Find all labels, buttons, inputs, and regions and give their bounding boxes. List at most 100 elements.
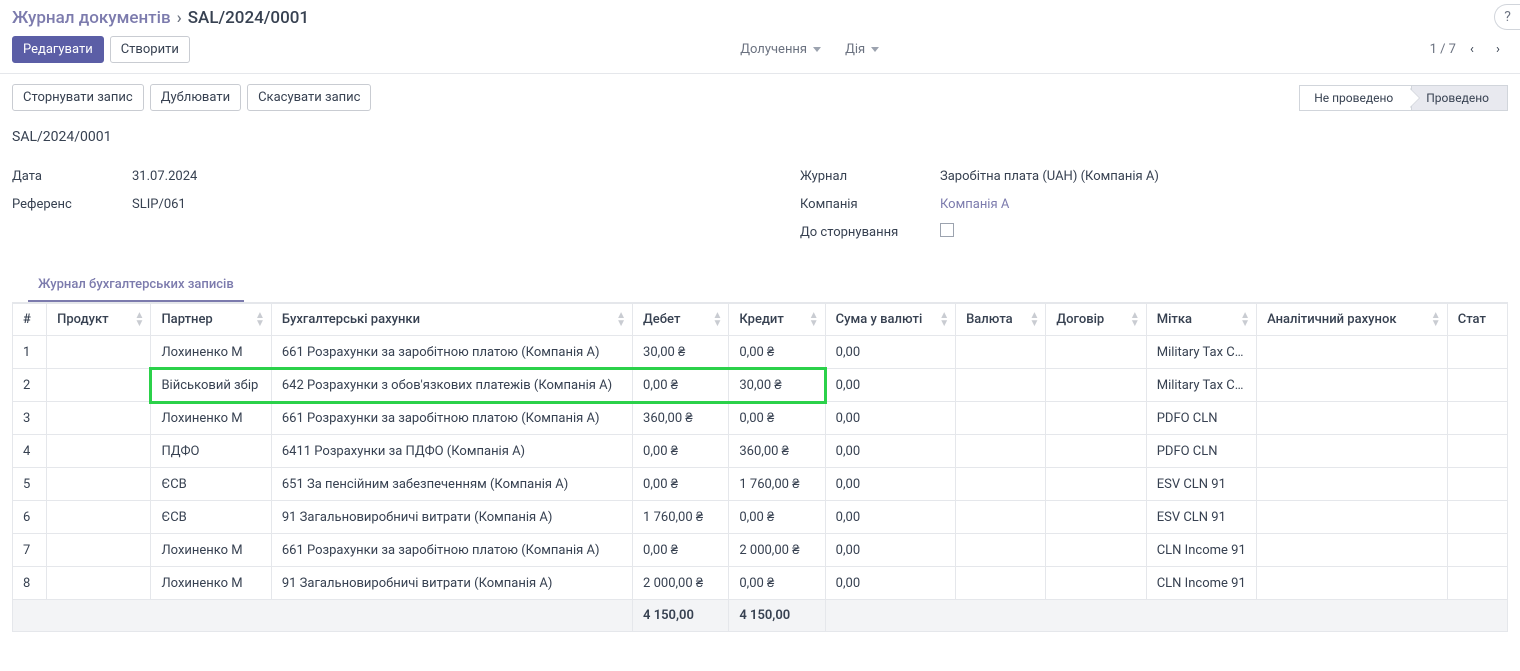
- cell-label: ESV CLN 91: [1146, 501, 1256, 534]
- create-button[interactable]: Створити: [110, 36, 190, 63]
- field-journal-value: Заробітна плата (UAH) (Компанія А): [940, 169, 1159, 184]
- cell-status: [1447, 336, 1507, 369]
- cell-status: [1447, 435, 1507, 468]
- cell-num: 1: [13, 336, 47, 369]
- duplicate-button[interactable]: Дублювати: [150, 84, 241, 111]
- cell-label: PDFO CLN: [1146, 435, 1256, 468]
- pager-next-button[interactable]: ›: [1488, 40, 1508, 60]
- cell-currency: [956, 369, 1046, 402]
- cell-currency: [956, 336, 1046, 369]
- cell-product: [47, 369, 151, 402]
- col-label[interactable]: Мітка▲▼: [1146, 304, 1256, 336]
- table-row[interactable]: 6 ЄСВ91 Загальновиробничі витрати (Компан…: [13, 501, 1508, 534]
- cell-debit: 360,00 ₴: [633, 402, 729, 435]
- table-row[interactable]: 3Лохиненко М661 Розрахунки за заробітною…: [13, 402, 1508, 435]
- field-ref-label: Референс: [12, 197, 132, 212]
- cell-account: 6411 Розрахунки за ПДФО (Компанія А): [271, 435, 632, 468]
- breadcrumb-root[interactable]: Журнал документів: [12, 8, 171, 28]
- cell-amount-currency: 0,00: [825, 402, 955, 435]
- cell-num: 6: [13, 501, 47, 534]
- cell-analytic: [1257, 534, 1448, 567]
- cell-credit: 0,00 ₴: [729, 501, 825, 534]
- col-currency[interactable]: Валюта▲▼: [956, 304, 1046, 336]
- cell-amount-currency: 0,00: [825, 501, 955, 534]
- sort-icon: ▲▼: [616, 312, 626, 328]
- field-company-value[interactable]: Компанія А: [940, 197, 1009, 212]
- table-row[interactable]: 4ПДФО6411 Розрахунки за ПДФО (Компанія А…: [13, 435, 1508, 468]
- help-icon[interactable]: ?: [1494, 4, 1520, 30]
- reverse-entry-button[interactable]: Сторнувати запис: [12, 84, 144, 111]
- cell-contract: [1046, 336, 1146, 369]
- cell-partner: ЄСВ: [151, 501, 271, 534]
- cell-contract: [1046, 369, 1146, 402]
- col-contract[interactable]: Договір▲▼: [1046, 304, 1146, 336]
- status-posted[interactable]: Проведено: [1411, 85, 1508, 111]
- status-draft-label: Не проведено: [1314, 91, 1393, 105]
- pager-prev-button[interactable]: ‹: [1462, 40, 1482, 60]
- table-row[interactable]: 8Лохиненко М91 Загальновиробничі витрати…: [13, 567, 1508, 600]
- cell-contract: [1046, 501, 1146, 534]
- cell-amount-currency: 0,00: [825, 369, 955, 402]
- cell-debit: 0,00 ₴: [633, 369, 729, 402]
- cell-label: CLN Income 91: [1146, 534, 1256, 567]
- tab-journal-items[interactable]: Журнал бухгалтерських записів: [28, 269, 244, 302]
- field-to-reverse-label: До сторнування: [800, 225, 940, 240]
- cell-currency: [956, 402, 1046, 435]
- cell-contract: [1046, 567, 1146, 600]
- cell-label: Military Tax CLN: [1146, 336, 1256, 369]
- field-date-value: 31.07.2024: [132, 169, 197, 184]
- action-label: Дія: [845, 42, 865, 57]
- total-credit: 4 150,00: [729, 600, 825, 632]
- cell-status: [1447, 402, 1507, 435]
- edit-button[interactable]: Редагувати: [12, 36, 104, 63]
- col-amount-currency[interactable]: Сума у валюті▲▼: [825, 304, 955, 336]
- cell-product: [47, 336, 151, 369]
- col-num[interactable]: #: [13, 304, 47, 336]
- cell-debit: 1 760,00 ₴: [633, 501, 729, 534]
- field-to-reverse-value: [940, 223, 954, 241]
- sort-icon: ▲▼: [809, 312, 819, 328]
- cell-account: 661 Розрахунки за заробітною платою (Ком…: [271, 402, 632, 435]
- breadcrumb-current: SAL/2024/0001: [188, 8, 309, 28]
- col-status[interactable]: Стат: [1447, 304, 1507, 336]
- actionbar: Редагувати Створити Долучення Дія 1 / 7 …: [0, 32, 1520, 74]
- table-row[interactable]: 1Лохиненко М661 Розрахунки за заробітною…: [13, 336, 1508, 369]
- sort-icon: ▲▼: [1431, 312, 1441, 328]
- col-credit[interactable]: Кредит▲▼: [729, 304, 825, 336]
- cell-product: [47, 534, 151, 567]
- cell-account: 651 За пенсійним забезпеченням (Компанія…: [271, 468, 632, 501]
- table-row[interactable]: 7Лохиненко М661 Розрахунки за заробітною…: [13, 534, 1508, 567]
- col-debit[interactable]: Дебет▲▼: [633, 304, 729, 336]
- table-row[interactable]: 2Військовий збір642 Розрахунки з обов'яз…: [13, 369, 1508, 402]
- chevron-down-icon: [871, 47, 879, 52]
- col-partner[interactable]: Партнер▲▼: [151, 304, 271, 336]
- cancel-entry-button[interactable]: Скасувати запис: [247, 84, 371, 111]
- col-analytic[interactable]: Аналітичний рахунок▲▼: [1257, 304, 1448, 336]
- cell-status: [1447, 369, 1507, 402]
- col-product[interactable]: Продукт▲▼: [47, 304, 151, 336]
- chevron-down-icon: [813, 47, 821, 52]
- status-draft[interactable]: Не проведено: [1299, 85, 1411, 111]
- attachments-dropdown[interactable]: Долучення: [740, 42, 821, 57]
- cell-product: [47, 501, 151, 534]
- cell-credit: 0,00 ₴: [729, 567, 825, 600]
- titlebar: Журнал документів › SAL/2024/0001 ?: [0, 0, 1520, 32]
- action-dropdown[interactable]: Дія: [845, 42, 879, 57]
- table-row[interactable]: 5ЄСВ651 За пенсійним забезпеченням (Комп…: [13, 468, 1508, 501]
- table-header-row: # Продукт▲▼ Партнер▲▼ Бухгалтерські раху…: [13, 304, 1508, 336]
- cell-amount-currency: 0,00: [825, 336, 955, 369]
- cell-credit: 0,00 ₴: [729, 402, 825, 435]
- cell-account: 661 Розрахунки за заробітною платою (Ком…: [271, 336, 632, 369]
- to-reverse-checkbox[interactable]: [940, 223, 954, 237]
- cell-debit: 0,00 ₴: [633, 468, 729, 501]
- sort-icon: ▲▼: [255, 312, 265, 328]
- cell-label: CLN Income 91: [1146, 567, 1256, 600]
- sort-icon: ▲▼: [1029, 312, 1039, 328]
- cell-label: PDFO CLN: [1146, 402, 1256, 435]
- cell-num: 3: [13, 402, 47, 435]
- cell-account: 91 Загальновиробничі витрати (Компанія А…: [271, 501, 632, 534]
- col-account[interactable]: Бухгалтерські рахунки▲▼: [271, 304, 632, 336]
- cell-amount-currency: 0,00: [825, 435, 955, 468]
- field-company-label: Компанія: [800, 197, 940, 212]
- sort-icon: ▲▼: [712, 312, 722, 328]
